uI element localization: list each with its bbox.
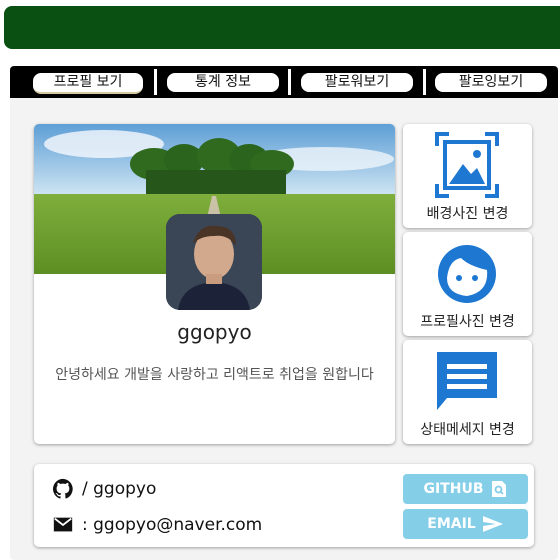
image-frame-icon: [435, 132, 499, 198]
username: ggopyo: [177, 320, 252, 344]
avatar[interactable]: [166, 214, 262, 310]
send-icon: [482, 516, 503, 532]
tab-separator: [154, 69, 157, 95]
github-button[interactable]: GITHUB: [403, 474, 528, 504]
avatar-photo: [166, 214, 262, 310]
github-row: / ggopyo: [52, 478, 156, 500]
email-button[interactable]: EMAIL: [403, 509, 528, 539]
main-panel: 프로필 보기 통계 정보 팔로워보기 팔로잉보기 ggopyo 안녕하세요 개발…: [10, 66, 558, 560]
message-icon: [437, 352, 497, 410]
change-background-label: 배경사진 변경: [426, 206, 509, 222]
tab-separator: [288, 69, 291, 95]
email-address: : ggopyo@naver.com: [82, 515, 263, 535]
tab-stats[interactable]: 통계 정보: [167, 73, 279, 92]
profile-card: ggopyo 안녕하세요 개발을 사랑하고 리액트로 취업을 원합니다: [34, 124, 395, 444]
contact-card: / ggopyo : ggopyo@naver.com GITHUB EMAIL: [34, 464, 534, 547]
search-doc-icon: [491, 481, 506, 497]
github-handle: / ggopyo: [82, 479, 157, 499]
tab-following[interactable]: 팔로잉보기: [435, 73, 547, 92]
email-row: : ggopyo@naver.com: [52, 514, 262, 536]
email-button-label: EMAIL: [427, 516, 476, 532]
status-message: 안녕하세요 개발을 사랑하고 리액트로 취업을 원합니다: [55, 367, 374, 383]
github-button-label: GITHUB: [423, 481, 484, 497]
mail-icon: [53, 517, 73, 532]
change-status-label: 상태메세지 변경: [420, 422, 515, 438]
change-profile-photo-button[interactable]: 프로필사진 변경: [403, 232, 532, 336]
tab-followers[interactable]: 팔로워보기: [301, 73, 413, 92]
app-header: [4, 6, 560, 49]
tab-profile[interactable]: 프로필 보기: [33, 73, 143, 94]
face-icon: [438, 245, 496, 303]
change-background-button[interactable]: 배경사진 변경: [403, 124, 532, 228]
tab-separator: [423, 69, 426, 95]
change-profile-photo-label: 프로필사진 변경: [420, 314, 515, 330]
change-status-button[interactable]: 상태메세지 변경: [403, 340, 532, 444]
github-icon: [52, 478, 73, 499]
tab-bar: 프로필 보기 통계 정보 팔로워보기 팔로잉보기: [10, 66, 558, 98]
